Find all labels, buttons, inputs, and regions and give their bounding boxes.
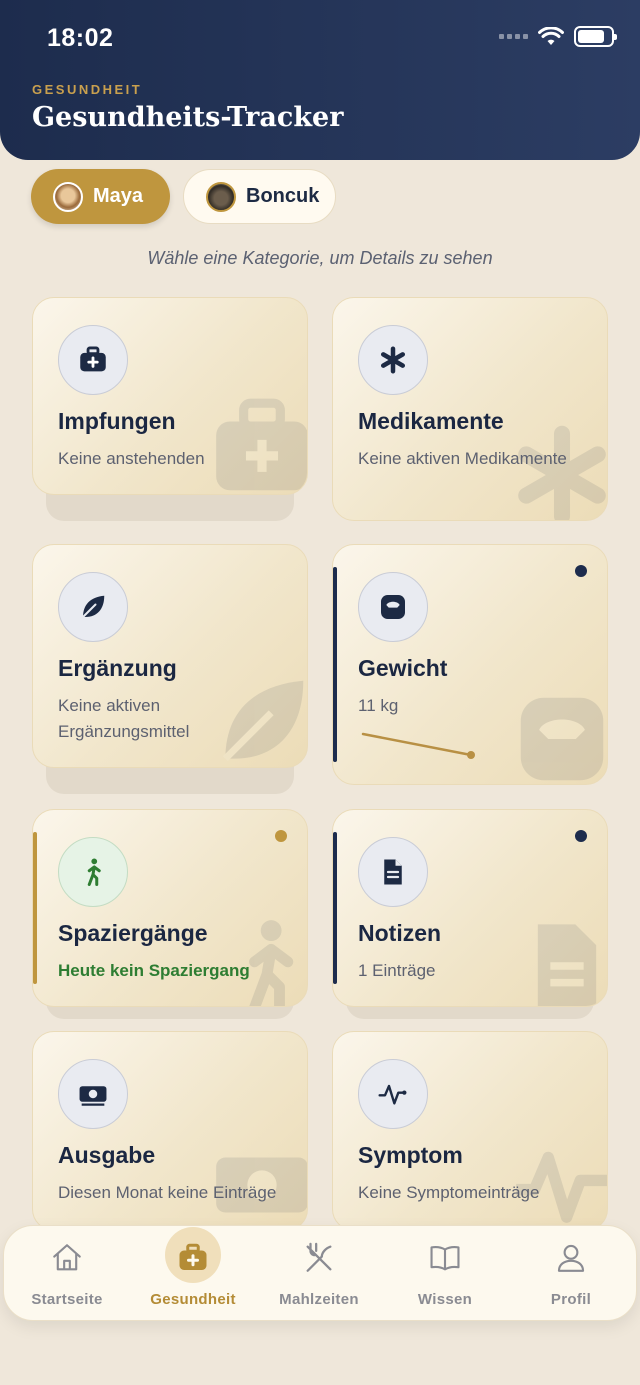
- book-icon: [427, 1240, 463, 1276]
- card-title: Notizen: [358, 920, 442, 946]
- card-title: Medikamente: [358, 408, 504, 434]
- avatar: [206, 181, 236, 212]
- card-subtitle: Keine aktiven Ergänzungsmittel: [58, 696, 190, 741]
- card-subtitle: 1 Einträge: [358, 961, 436, 980]
- icon-circle: [58, 1059, 128, 1129]
- wifi-icon: [538, 26, 564, 45]
- medical-kit-icon: [216, 398, 307, 491]
- card-spaziergaenge[interactable]: Spaziergänge Heute kein Spaziergang: [32, 809, 308, 1019]
- status-dot: [575, 830, 587, 842]
- nav-item-startseite[interactable]: Startseite: [4, 1226, 130, 1322]
- card-gewicht[interactable]: Gewicht 11 kg: [332, 544, 608, 785]
- card-subtitle: Keine anstehenden: [58, 449, 205, 468]
- card-title: Symptom: [358, 1142, 463, 1168]
- nav-label: Wissen: [417, 1291, 473, 1308]
- icon-circle: [358, 325, 428, 395]
- card-accent-bar: [333, 567, 337, 762]
- card-ergaenzung[interactable]: Ergänzung Keine aktiven Ergänzungsmittel: [32, 544, 308, 794]
- medical-kit-icon: [80, 346, 106, 372]
- card-medikamente[interactable]: Medikamente Keine aktiven Medikamente: [332, 297, 608, 521]
- nav-item-profil[interactable]: Profil: [508, 1226, 634, 1322]
- card-ausgabe[interactable]: Ausgabe Diesen Monat keine Einträge: [32, 1031, 308, 1231]
- user-icon: [553, 1240, 589, 1276]
- home-icon: [49, 1240, 85, 1276]
- icon-circle: [358, 837, 428, 907]
- header: 18:02 GESUNDHEIT Gesundheits-Tracker: [0, 0, 640, 160]
- weight-trend-sparkline: [361, 732, 475, 759]
- pulse-icon: [378, 1084, 407, 1105]
- card-title: Ausgabe: [58, 1142, 156, 1168]
- avatar: [53, 181, 83, 212]
- money-icon: [79, 1086, 107, 1106]
- icon-circle: [358, 572, 428, 642]
- nav-label: Startseite: [31, 1291, 103, 1308]
- card-accent-bar: [33, 832, 37, 984]
- card-impfungen[interactable]: Impfungen Keine anstehenden: [32, 297, 308, 521]
- bottom-navigation: Startseite Gesundheit Mahlzeiten Wissen …: [3, 1225, 637, 1321]
- pet-chip-boncuk[interactable]: Boncuk: [183, 169, 336, 224]
- card-title: Ergänzung: [58, 655, 177, 681]
- card-subtitle: 11 kg: [358, 696, 399, 715]
- card-subtitle: Keine Symptomeinträge: [358, 1183, 540, 1202]
- icon-circle: [58, 572, 128, 642]
- card-subtitle: Heute kein Spaziergang: [58, 961, 250, 980]
- section-eyebrow: GESUNDHEIT: [32, 82, 143, 97]
- status-dot: [575, 565, 587, 577]
- card-symptom[interactable]: Symptom Keine Symptomeinträge: [332, 1031, 608, 1231]
- pet-name: Boncuk: [246, 185, 320, 207]
- category-hint: Wähle eine Kategorie, um Details zu sehe…: [147, 248, 493, 268]
- walking-icon: [87, 858, 101, 886]
- nav-label: Mahlzeiten: [279, 1291, 359, 1308]
- scale-icon: [381, 595, 405, 619]
- page-title: Gesundheits-Tracker: [32, 102, 344, 133]
- card-notizen[interactable]: Notizen 1 Einträge: [332, 809, 608, 1019]
- nav-label: Profil: [550, 1291, 592, 1308]
- card-title: Impfungen: [58, 408, 176, 434]
- nav-item-wissen[interactable]: Wissen: [382, 1226, 508, 1322]
- icon-circle: [358, 1059, 428, 1129]
- card-subtitle: Diesen Monat keine Einträge: [58, 1183, 277, 1202]
- leaf-icon: [82, 595, 105, 618]
- utensils-icon: [301, 1240, 337, 1276]
- document-icon: [384, 859, 402, 885]
- nav-item-gesundheit[interactable]: Gesundheit: [130, 1226, 256, 1322]
- card-subtitle: Keine aktiven Medikamente: [358, 449, 567, 468]
- nav-item-mahlzeiten[interactable]: Mahlzeiten: [256, 1226, 382, 1322]
- cellular-signal-icon: [499, 34, 528, 39]
- card-title: Spaziergänge: [58, 920, 208, 946]
- asterisk-icon: [381, 346, 405, 374]
- icon-circle: [58, 325, 128, 395]
- status-time: 18:02: [47, 24, 114, 52]
- battery-icon: [574, 26, 617, 47]
- medical-kit-icon: [175, 1240, 211, 1276]
- icon-circle: [58, 837, 128, 907]
- status-dot: [275, 830, 287, 842]
- card-accent-bar: [333, 832, 337, 984]
- nav-label: Gesundheit: [150, 1291, 236, 1308]
- pet-chip-maya[interactable]: Maya: [31, 169, 170, 224]
- card-title: Gewicht: [358, 655, 448, 681]
- pet-name: Maya: [93, 185, 144, 207]
- status-icons: [499, 26, 617, 47]
